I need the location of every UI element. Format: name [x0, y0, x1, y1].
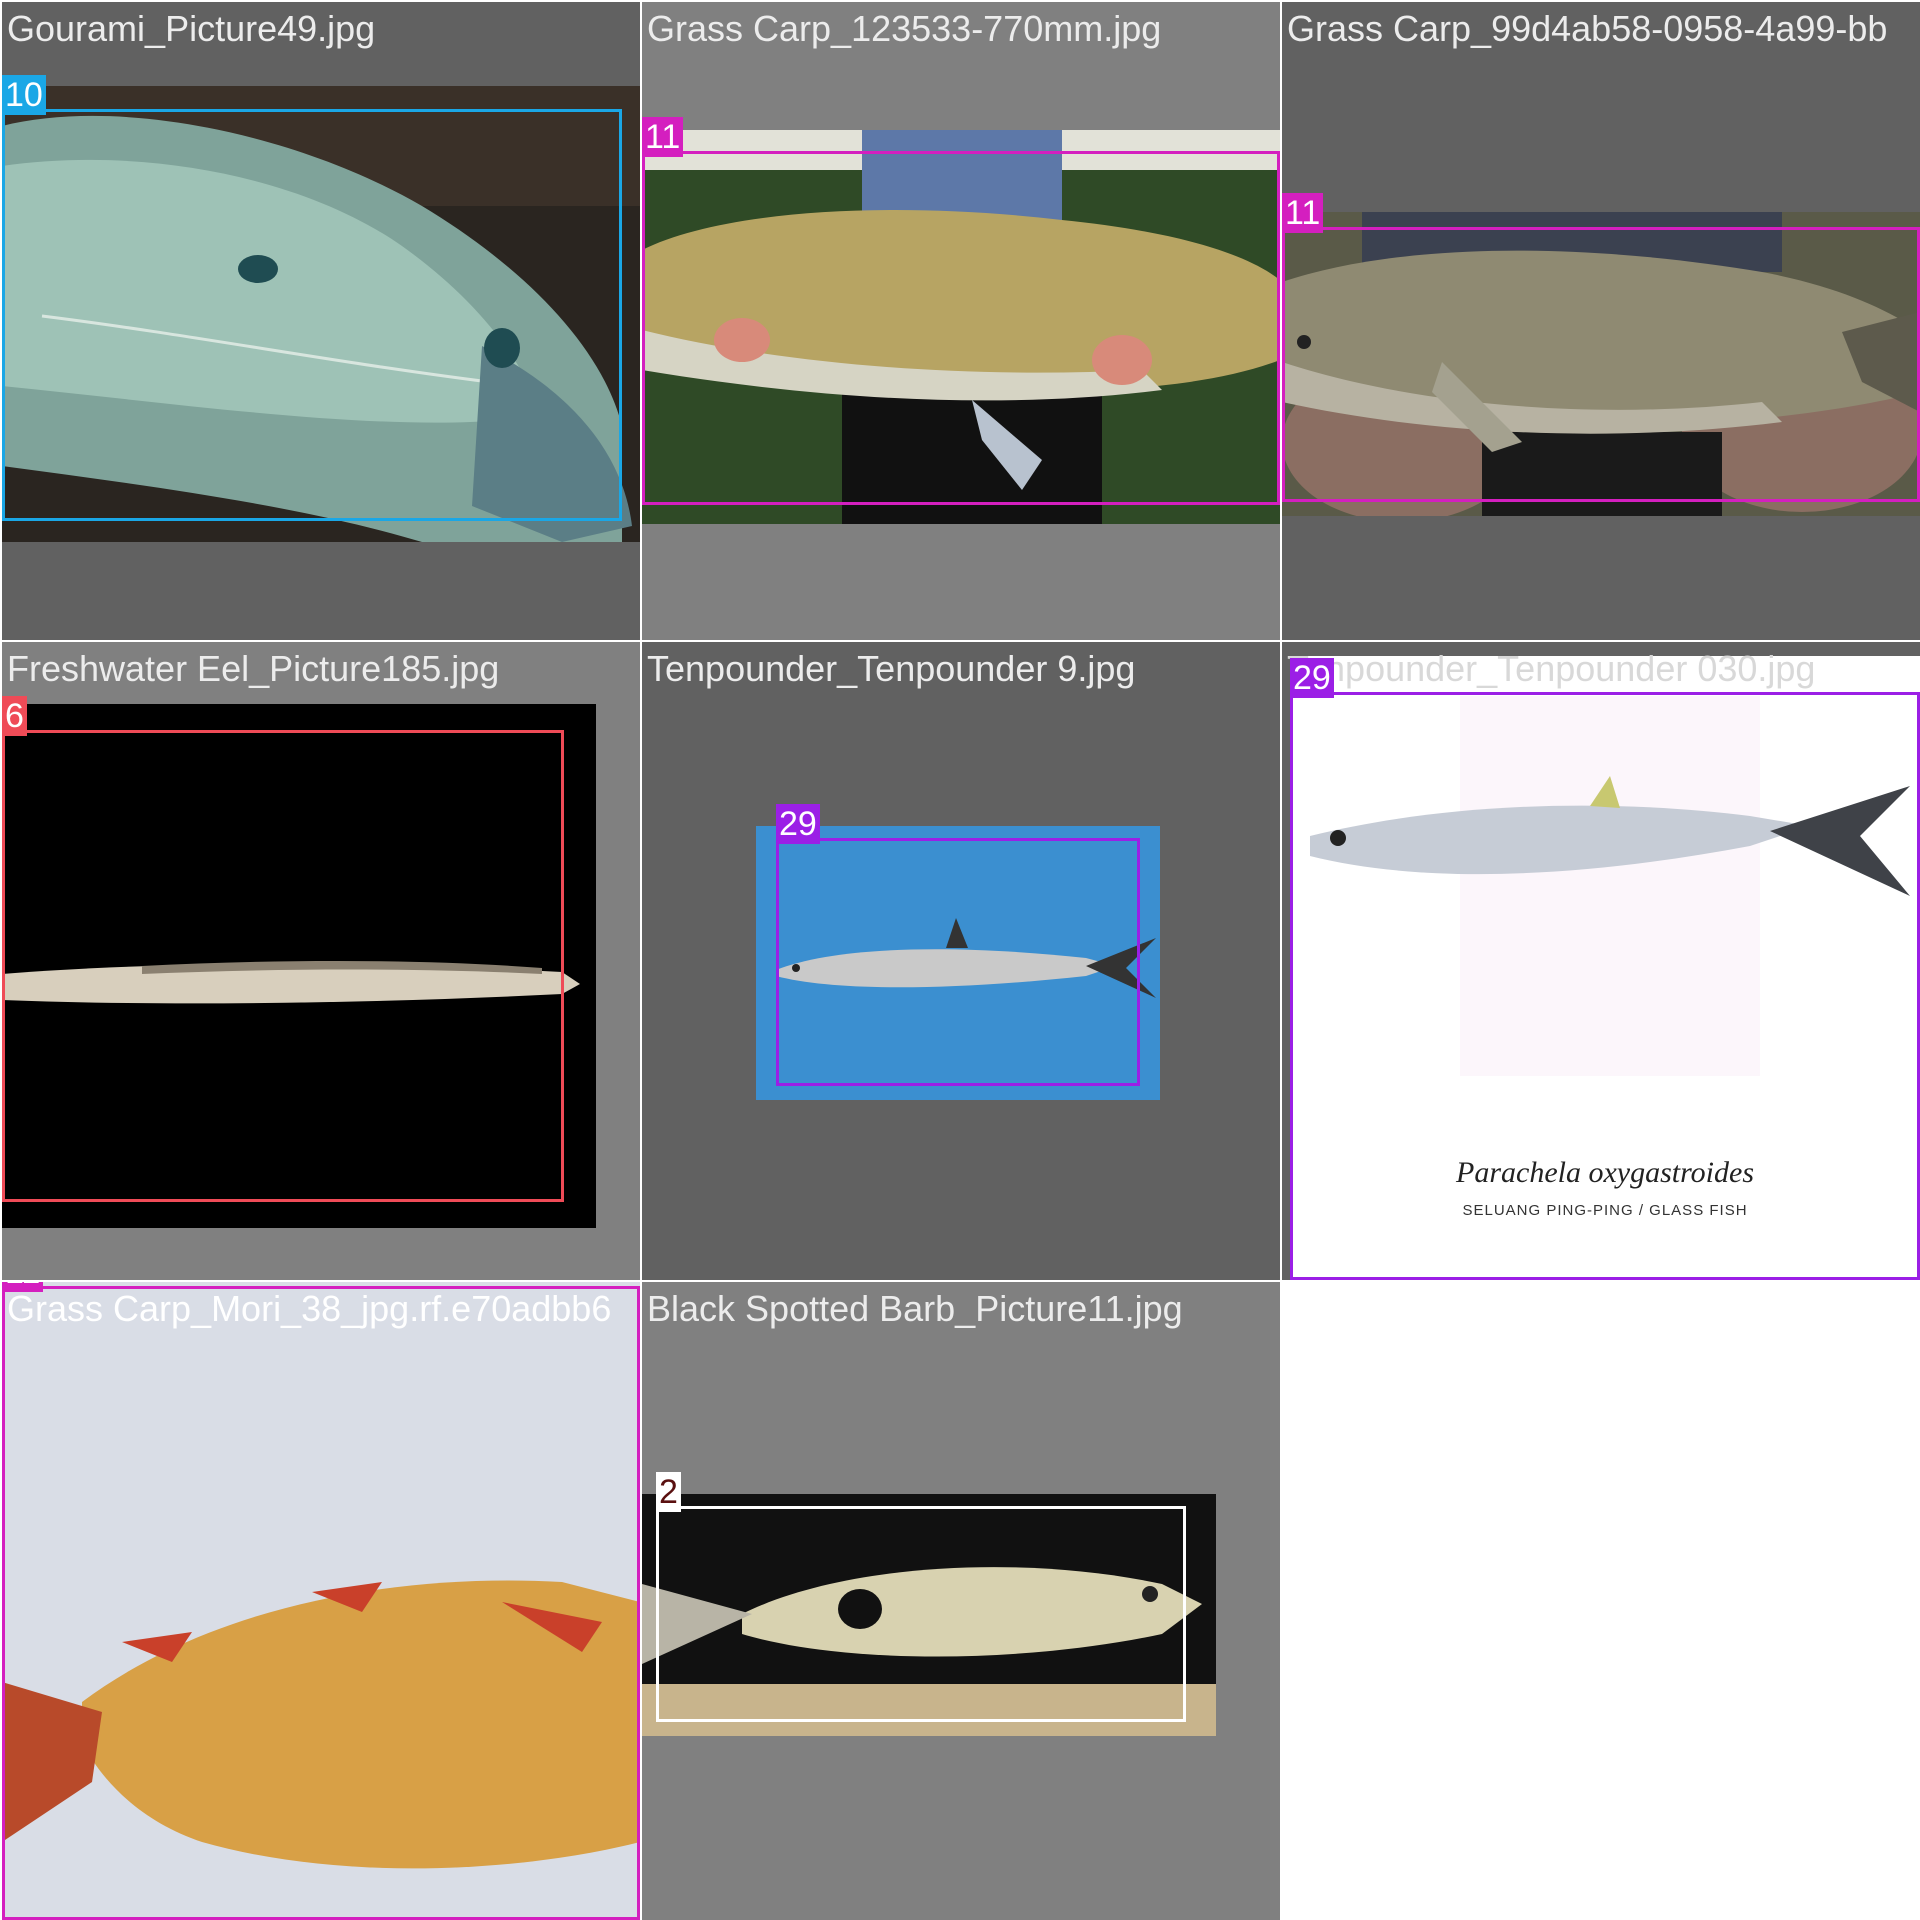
bounding-box — [1290, 692, 1920, 1280]
tile-title: Black Spotted Barb_Picture11.jpg — [647, 1288, 1183, 1329]
class-label: 11 — [2, 1282, 44, 1292]
grid-tile-gourami: Gourami_Picture49.jpg 10 — [2, 2, 640, 640]
grid-tile-grass-carp-1: Grass Carp_123533-770mm.jpg 11 — [642, 2, 1280, 640]
bounding-box — [656, 1506, 1186, 1722]
class-label: 6 — [2, 696, 27, 736]
class-label: 11 — [1282, 193, 1324, 233]
tile-title: Gourami_Picture49.jpg — [7, 8, 376, 49]
class-label: 2 — [656, 1472, 681, 1512]
grid-tile-grass-carp-2: Grass Carp_99d4ab58-0958-4a99-bb 11 — [1282, 2, 1920, 640]
class-label: 11 — [642, 117, 684, 157]
bounding-box — [2, 109, 622, 521]
bounding-box — [642, 151, 1280, 505]
bounding-box — [776, 838, 1140, 1086]
class-label: 29 — [1290, 658, 1334, 698]
grid-tile-black-spotted-barb: Black Spotted Barb_Picture11.jpg 2 — [642, 1282, 1280, 1920]
tile-title: Grass Carp_99d4ab58-0958-4a99-bb — [1287, 8, 1888, 49]
tile-title: Grass Carp_123533-770mm.jpg — [647, 8, 1162, 49]
tile-title: Tenpounder_Tenpounder 9.jpg — [647, 648, 1136, 689]
grid-tile-tenpounder-2: Parachela oxygastroides SELUANG PING-PIN… — [1282, 642, 1920, 1280]
class-label: 10 — [2, 75, 46, 115]
tile-title: Freshwater Eel_Picture185.jpg — [7, 648, 500, 689]
grid-tile-freshwater-eel: Freshwater Eel_Picture185.jpg 6 — [2, 642, 640, 1280]
bounding-box — [2, 730, 564, 1202]
bounding-box — [2, 1286, 640, 1920]
class-label: 29 — [776, 804, 820, 844]
grid-tile-tenpounder-1: Tenpounder_Tenpounder 9.jpg 29 — [642, 642, 1280, 1280]
bounding-box — [1282, 227, 1920, 502]
grid-tile-grass-carp-3: Grass Carp_Mori_38_jpg.rf.e70adbb6 11 — [2, 1282, 640, 1920]
tile-title: Tenpounder_Tenpounder 030.jpg — [1287, 648, 1816, 689]
